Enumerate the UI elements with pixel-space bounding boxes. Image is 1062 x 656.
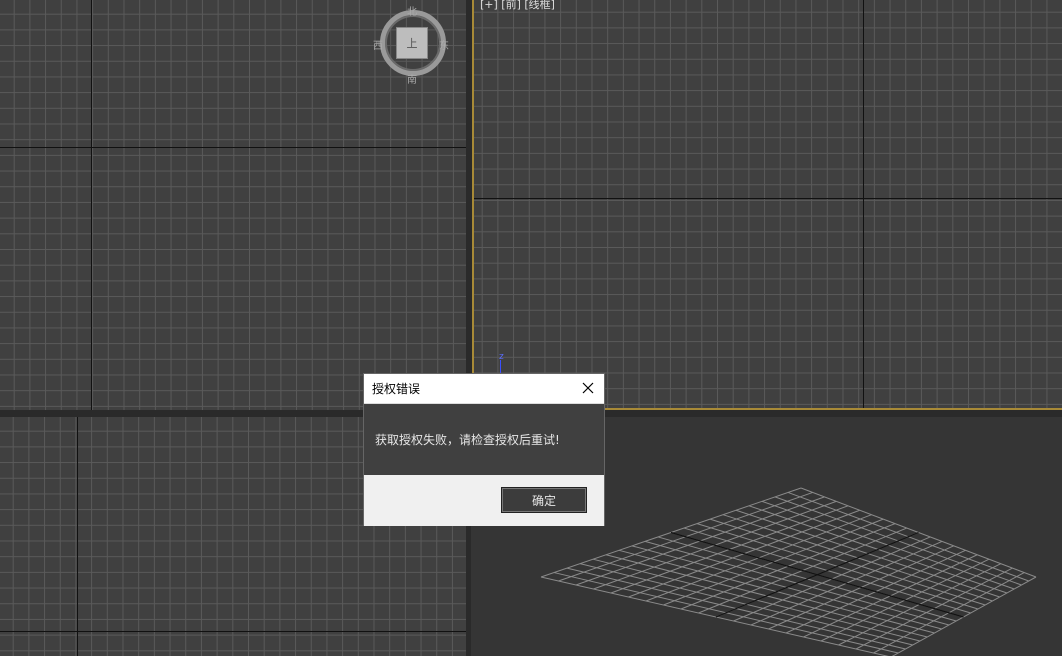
grid-axis-vertical (91, 0, 92, 410)
ok-button[interactable]: 确定 (501, 487, 587, 513)
viewcube-top-face[interactable]: 上 (396, 27, 428, 59)
close-button[interactable] (578, 378, 598, 398)
grid-axis-vertical (77, 417, 78, 656)
compass-north: 北 (407, 7, 417, 18)
close-icon (582, 382, 594, 394)
z-axis-label: z (499, 352, 504, 362)
viewport-label[interactable]: [+] [前] [线框] (480, 0, 555, 12)
viewcube-face-label: 上 (406, 37, 418, 50)
grid-axis-horizontal (474, 198, 1062, 199)
grid-axis-horizontal (0, 147, 466, 148)
compass-west: 西 (373, 41, 383, 52)
dialog-title: 授权错误 (372, 382, 421, 396)
top-viewport[interactable]: 上 北 南 西 东 (0, 0, 466, 410)
dialog-body: 获取授权失败，请检查授权后重试! (364, 404, 604, 475)
compass-south: 南 (407, 75, 417, 86)
grid-axis-horizontal (0, 631, 466, 632)
authorization-error-dialog: 授权错误 获取授权失败，请检查授权后重试! 确定 (363, 373, 605, 526)
front-viewport[interactable]: [+] [前] [线框] (472, 0, 1062, 411)
compass-east: 东 (439, 41, 449, 52)
dialog-footer: 确定 (364, 475, 604, 526)
dialog-title-bar[interactable]: 授权错误 (364, 374, 604, 404)
viewcube[interactable]: 上 北 南 西 东 (373, 7, 449, 86)
dialog-message: 获取授权失败，请检查授权后重试! (375, 433, 560, 447)
grid-axis-vertical (863, 0, 864, 408)
viewport-divider-vertical[interactable] (466, 0, 471, 656)
